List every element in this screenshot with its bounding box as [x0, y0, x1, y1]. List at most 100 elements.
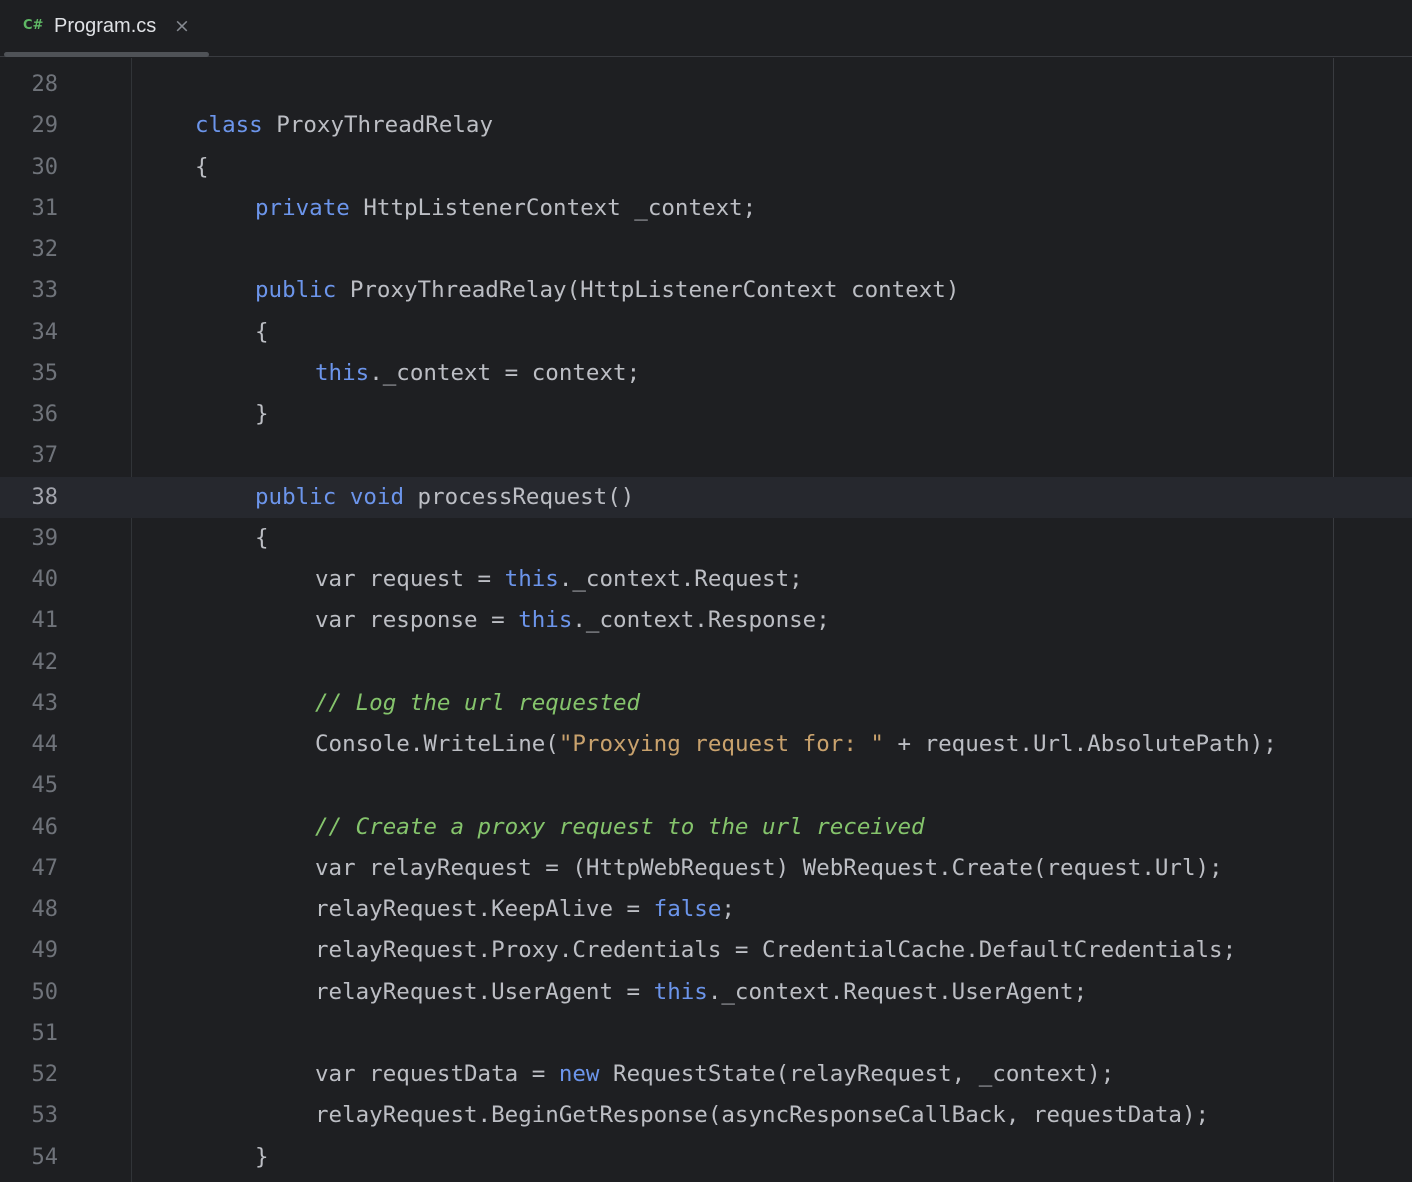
code-token: relayRequest.KeepAlive =: [315, 896, 654, 922]
code-line[interactable]: 54}: [0, 1137, 1412, 1178]
code-token: ;: [721, 896, 735, 922]
tab-title: Program.cs: [54, 15, 157, 37]
line-number: 38: [31, 484, 59, 510]
code-text: {: [195, 147, 209, 188]
code-line[interactable]: 49 relayRequest.Proxy.Credentials = Crede…: [0, 930, 1412, 971]
tab-program-cs[interactable]: C# Program.cs ×: [0, 0, 210, 57]
code-text: public ProxyThreadRelay(HttpListenerCont…: [255, 270, 959, 311]
comment-token: // Log the url requested: [315, 689, 641, 716]
code-line[interactable]: 35 this._context = context;: [0, 353, 1412, 394]
line-number: 50: [31, 979, 59, 1005]
code-line[interactable]: 30 {: [0, 147, 1412, 188]
line-number: 48: [31, 897, 59, 922]
code-text: relayRequest.Proxy.Credentials = Credent…: [315, 930, 1236, 971]
code-line[interactable]: 45: [0, 765, 1412, 806]
keyword-token: this: [504, 566, 559, 592]
code-text: class ProxyThreadRelay: [195, 105, 493, 146]
code-token: var request =: [315, 566, 505, 592]
line-number: 36: [31, 402, 59, 427]
code-line[interactable]: 38 public void processRequest(): [0, 476, 1412, 518]
code-text: this._context = context;: [315, 353, 640, 394]
code-line[interactable]: 46 // Create a proxy request to the url r…: [0, 807, 1412, 848]
line-number: 52: [31, 1062, 59, 1087]
editor-tab-bar: C# Program.cs ×: [0, 0, 1412, 57]
keyword-token: new: [558, 1061, 600, 1087]
code-token: var relayRequest = (HttpWebRequest) WebR…: [315, 854, 1223, 881]
code-token: RequestState(relayRequest, _context);: [599, 1061, 1115, 1087]
code-line[interactable]: 28: [0, 64, 1412, 105]
code-token: relayRequest.BeginGetResponse(asyncRespo…: [315, 1102, 1210, 1129]
line-number: 30: [31, 154, 59, 180]
code-line[interactable]: 31 private HttpListenerContext _context;: [0, 188, 1412, 229]
code-token: ._context.Request.UserAgent;: [707, 978, 1088, 1005]
code-text: private HttpListenerContext _context;: [255, 188, 756, 229]
code-token: processRequest(): [404, 483, 635, 510]
code-text: // Create a proxy request to the url rec…: [315, 807, 925, 848]
code-text: relayRequest.UserAgent = this._context.R…: [315, 972, 1087, 1013]
keyword-token: public: [255, 483, 337, 510]
keyword-token: private: [255, 194, 350, 221]
code-token: HttpListenerContext _context;: [349, 194, 757, 221]
code-line[interactable]: 37: [0, 435, 1412, 476]
code-token: + request.Url.AbsolutePath);: [883, 731, 1277, 757]
line-number: 40: [31, 567, 59, 592]
line-number: 29: [31, 113, 59, 139]
line-number: 44: [31, 732, 59, 757]
line-number: 28: [31, 72, 59, 97]
code-line[interactable]: 50 relayRequest.UserAgent = this._context…: [0, 972, 1412, 1013]
code-text: // Log the url requested: [315, 683, 640, 724]
code-line[interactable]: 40 var request = this._context.Request;: [0, 559, 1412, 600]
line-number: 53: [31, 1103, 59, 1129]
code-token: relayRequest.UserAgent =: [315, 978, 654, 1005]
keyword-token: class: [195, 112, 263, 139]
code-token: {: [255, 318, 269, 345]
line-number: 51: [31, 1020, 59, 1046]
code-line[interactable]: 51: [0, 1013, 1412, 1054]
close-icon[interactable]: ×: [174, 13, 190, 39]
code-line[interactable]: 33 public ProxyThreadRelay(HttpListenerCo…: [0, 270, 1412, 311]
line-number: 54: [31, 1144, 59, 1170]
csharp-file-icon: C#: [23, 18, 44, 33]
code-line[interactable]: 53 relayRequest.BeginGetResponse(asyncRes…: [0, 1095, 1412, 1136]
code-line[interactable]: 29 class ProxyThreadRelay: [0, 105, 1412, 146]
active-tab-indicator: [4, 52, 209, 57]
code-line[interactable]: 43 // Log the url requested: [0, 683, 1412, 724]
code-token: relayRequest.Proxy.Credentials = Credent…: [315, 937, 1237, 964]
code-text: var response = this._context.Response;: [315, 600, 830, 641]
code-line[interactable]: 52 var requestData = new RequestState(rel…: [0, 1054, 1412, 1095]
line-number: 35: [31, 360, 59, 386]
comment-token: // Create a proxy request to the url rec…: [315, 813, 925, 840]
line-number: 46: [31, 814, 59, 840]
code-area[interactable]: 28 29 class ProxyThreadRelay 30 {31 private H…: [0, 58, 1412, 1182]
code-line[interactable]: 44 Console.WriteLine("Proxying request fo…: [0, 724, 1412, 765]
line-number: 31: [31, 195, 59, 221]
code-text: {: [255, 518, 269, 559]
line-number: 41: [31, 608, 59, 634]
code-line[interactable]: 47 var relayRequest = (HttpWebRequest) We…: [0, 848, 1412, 889]
code-line[interactable]: 39 {: [0, 518, 1412, 559]
code-token: {: [195, 153, 209, 180]
code-token: }: [255, 401, 269, 427]
keyword-token: void: [349, 483, 405, 510]
keyword-token: public: [255, 277, 337, 304]
code-line[interactable]: 41 var response = this._context.Response;: [0, 600, 1412, 641]
code-line[interactable]: 48 relayRequest.KeepAlive = false;: [0, 889, 1412, 930]
line-number: 39: [31, 525, 59, 551]
code-line[interactable]: 34 {: [0, 312, 1412, 353]
keyword-token: false: [653, 896, 722, 922]
line-number: 43: [31, 690, 59, 716]
code-token: ._context = context;: [369, 359, 641, 386]
code-line[interactable]: 32: [0, 229, 1412, 270]
line-number: 49: [31, 938, 59, 964]
code-token: Console.WriteLine(: [315, 731, 559, 757]
line-number: 33: [31, 278, 59, 304]
code-line[interactable]: 36}: [0, 394, 1412, 435]
code-line[interactable]: 42: [0, 642, 1412, 683]
code-text: }: [255, 1137, 269, 1178]
line-number: 34: [31, 319, 59, 345]
code-text: var request = this._context.Request;: [315, 559, 803, 600]
code-text: var relayRequest = (HttpWebRequest) WebR…: [315, 848, 1223, 889]
line-number: 42: [31, 649, 59, 675]
code-text: var requestData = new RequestState(relay…: [315, 1054, 1114, 1095]
